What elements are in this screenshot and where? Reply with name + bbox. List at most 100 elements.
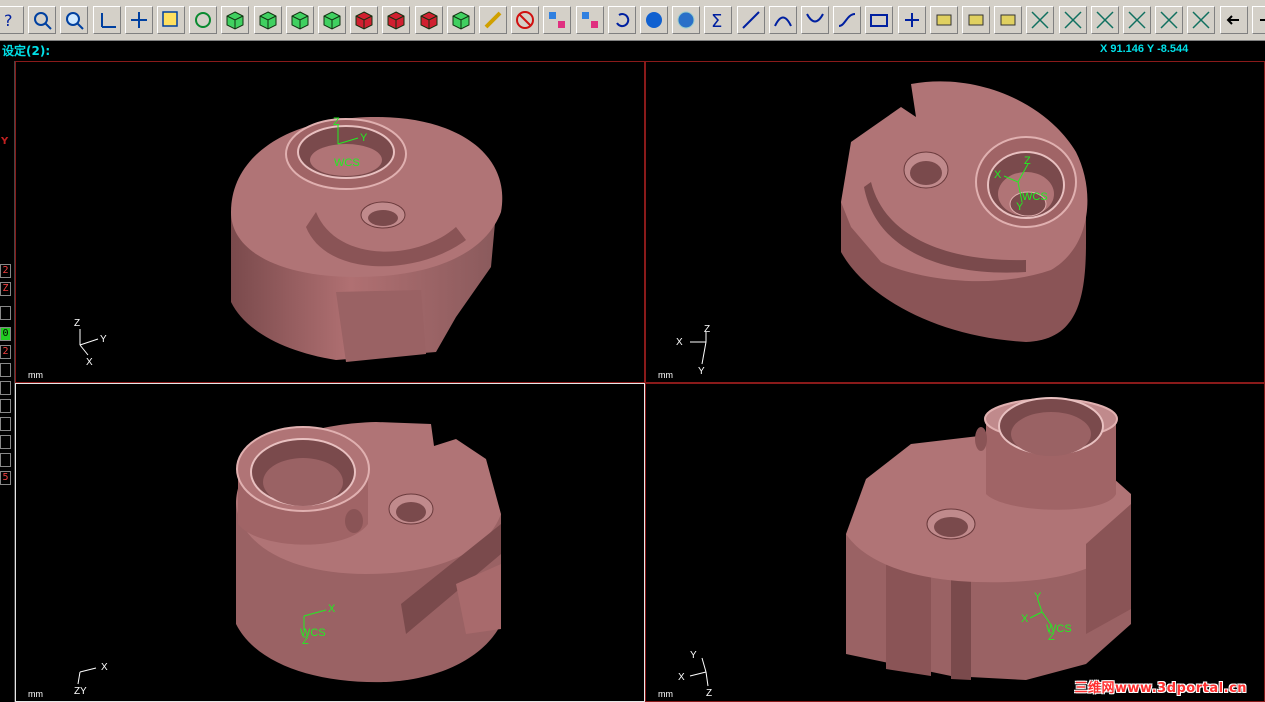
zoom-window-button[interactable] [28,6,56,34]
pencil-button[interactable] [479,6,507,34]
trim-icon [1031,11,1049,29]
strip-axis-label: Y [1,136,9,147]
sphere-shaded-icon [677,11,695,29]
select-icon [162,11,178,27]
help-button[interactable]: ? [0,6,24,34]
svg-text:Z: Z [333,116,340,128]
rotate-button[interactable] [189,6,217,34]
pan-icon [131,12,147,28]
viewport-bottom-left[interactable]: X WCS Z X Z Y mm [15,383,645,702]
trim-2-button[interactable] [1059,6,1087,34]
break-button[interactable] [1187,6,1215,34]
sphere-shaded-button[interactable] [672,6,700,34]
no-select-button[interactable] [511,6,539,34]
part-model[interactable] [646,384,1265,702]
point-button[interactable] [898,6,926,34]
arrow-left-button[interactable] [1220,6,1248,34]
trim-button[interactable] [1026,6,1054,34]
undo-button[interactable] [608,6,636,34]
unit-label: mm [28,370,43,380]
viewport-bottom-right[interactable]: Y X WCS Z Y X Z mm [645,383,1265,702]
align-color-icon [582,12,598,28]
strip-cell[interactable] [0,417,11,431]
view-cube-red-back-button[interactable] [415,6,443,34]
view-cube-3d-icon [452,11,470,30]
wcs-indicator: Z X Y WCS [994,155,1048,213]
svg-text:Z: Z [74,318,80,329]
extend-button[interactable] [1155,6,1183,34]
select-button[interactable] [157,6,185,34]
svg-text:Z: Z [706,688,712,699]
strip-cell[interactable] [0,453,11,467]
view-cube-red-right-icon [387,11,405,30]
fillet-button[interactable] [801,6,829,34]
view-cube-red-back-icon [420,11,438,30]
axis-button[interactable] [93,6,121,34]
view-cube-side-button[interactable] [286,6,314,34]
svg-text:Z: Z [1024,155,1031,167]
line-button[interactable] [737,6,765,34]
wcs-indicator: Y X WCS Z [1021,591,1072,643]
trim-3-button[interactable] [1091,6,1119,34]
svg-text:Z: Z [1048,631,1055,643]
rectangle-button[interactable] [865,6,893,34]
strip-cell[interactable] [0,306,11,320]
axis-triad: Z Y X [74,318,107,365]
strip-cell[interactable] [0,435,11,449]
tree-button[interactable] [994,6,1022,34]
strip-cell[interactable]: 0 [0,327,11,341]
view-cube-top-button[interactable] [221,6,249,34]
view-cube-iso-button[interactable] [318,6,346,34]
break-icon [1192,11,1210,29]
view-cube-red-right-button[interactable] [382,6,410,34]
pan-button[interactable] [125,6,153,34]
sphere-button[interactable] [640,6,668,34]
part-model[interactable] [646,62,1265,383]
sum-button[interactable]: Σ [704,6,732,34]
arrow-left-icon [1226,15,1239,25]
strip-cell[interactable]: 2 [0,345,11,359]
solid-button[interactable] [962,6,990,34]
viewport-top-left[interactable]: Z Y WCS Z Y X mm [15,61,645,383]
trim-4-button[interactable] [1123,6,1151,34]
svg-text:Y: Y [690,650,697,661]
view-cube-3d-button[interactable] [447,6,475,34]
strip-cell[interactable] [0,363,11,377]
view-cube-front-button[interactable] [254,6,282,34]
rectangle-icon [870,14,888,27]
sum-icon: Σ [711,11,722,31]
spline-button[interactable] [833,6,861,34]
strip-cell[interactable]: 2 [0,264,11,278]
align-button[interactable] [543,6,571,34]
zoom-button[interactable] [60,6,88,34]
arc-button[interactable] [769,6,797,34]
point-icon [905,13,919,27]
strip-cell[interactable]: Z [0,282,11,296]
fillet-icon [806,13,824,23]
svg-text:Σ: Σ [711,11,722,31]
svg-text:WCS: WCS [1022,191,1048,203]
sphere-icon [646,12,662,28]
tree-icon [1000,14,1016,26]
svg-text:?: ? [4,11,13,30]
trim-2-icon [1064,11,1082,29]
strip-cell[interactable] [0,381,11,395]
view-cube-red-button[interactable] [350,6,378,34]
svg-text:X: X [994,169,1002,181]
svg-text:Y: Y [1034,591,1042,603]
arrow-right-button[interactable] [1252,6,1265,34]
strip-cell[interactable] [0,399,11,413]
unit-label: mm [658,370,673,380]
viewport-top-right[interactable]: Z X Y WCS Z X Y mm [645,61,1265,383]
svg-text:X: X [1021,613,1029,625]
extend-icon [1160,11,1178,29]
svg-text:Z: Z [302,635,309,647]
face-button[interactable] [930,6,958,34]
align-color-button[interactable] [576,6,604,34]
solid-icon [968,14,984,26]
part-model[interactable] [16,384,645,702]
watermark: 三维网www.3dportal.cn [1074,681,1247,696]
left-strip: Y 2 Z 0 2 5 [0,61,15,702]
strip-cell[interactable]: 5 [0,471,11,485]
wcs-indicator: Z Y WCS [333,116,368,169]
